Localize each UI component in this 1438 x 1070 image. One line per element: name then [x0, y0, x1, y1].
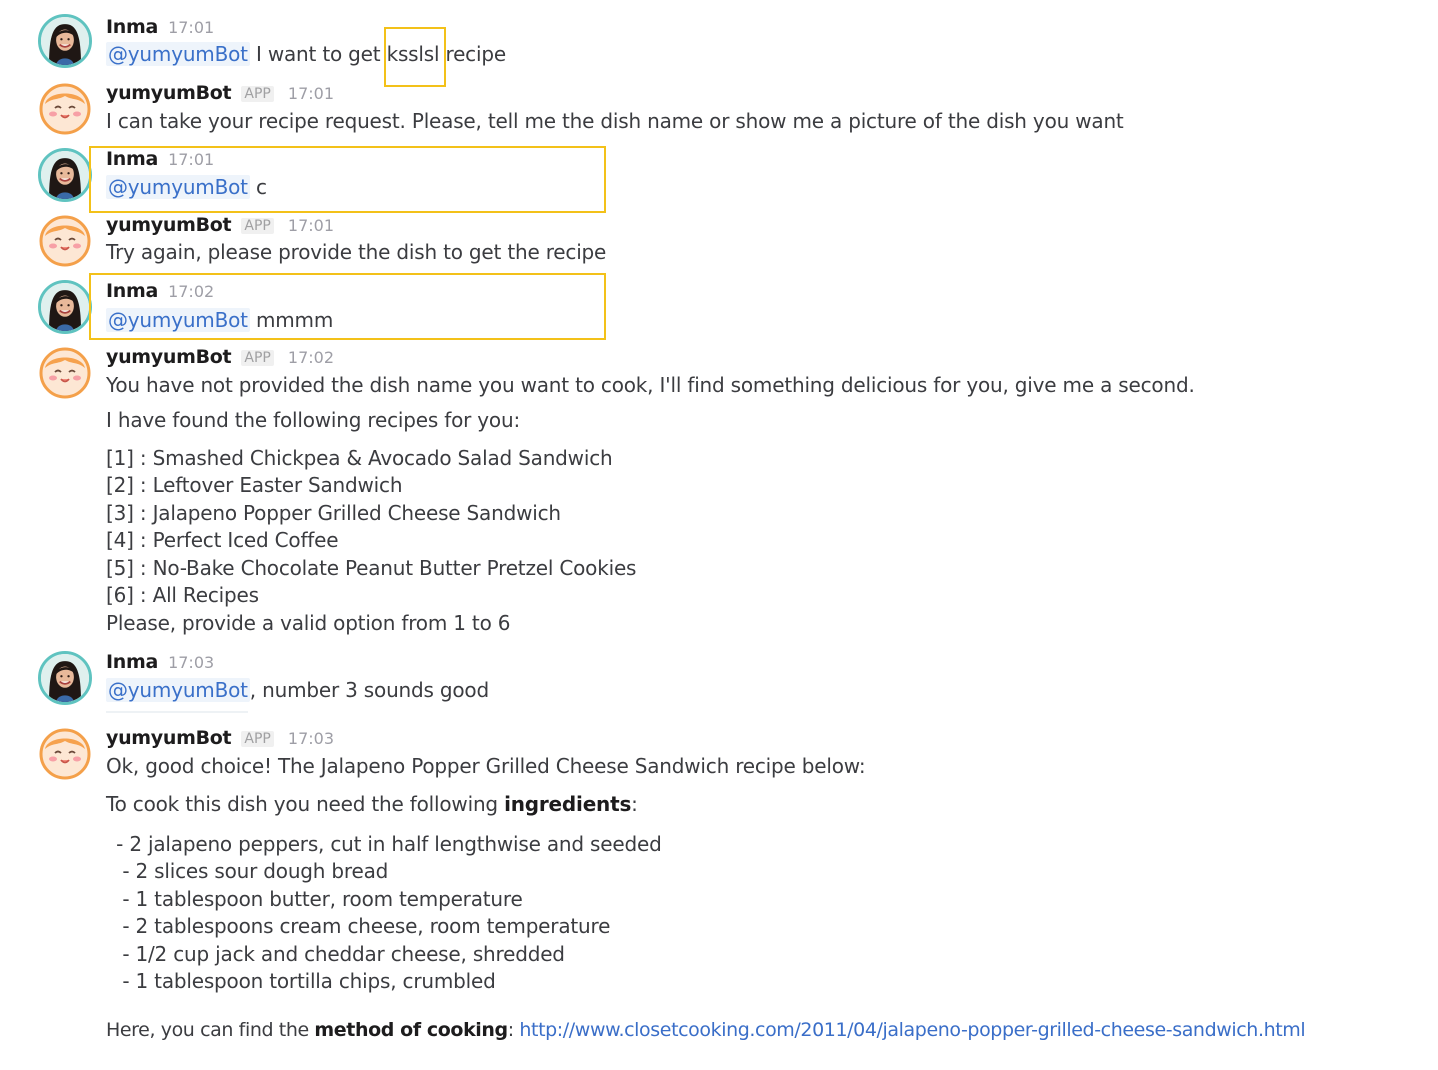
message-text: Please, provide a valid option from 1 to…	[106, 611, 511, 635]
username[interactable]: yumyumBot	[106, 214, 232, 236]
list-item: [4] : Perfect Iced Coffee	[106, 528, 339, 552]
app-badge: APP	[241, 86, 274, 102]
timestamp[interactable]: 17:03	[168, 653, 214, 672]
highlight-box-word	[384, 27, 446, 87]
recipe-link[interactable]: http://www.closetcooking.com/2011/04/jal…	[519, 1019, 1305, 1041]
list-item: - 1/2 cup jack and cheddar cheese, shred…	[110, 942, 565, 966]
avatar[interactable]	[38, 727, 92, 781]
bot-avatar-icon	[38, 214, 92, 268]
list-item: [2] : Leftover Easter Sandwich	[106, 473, 403, 497]
divider	[106, 711, 248, 713]
list-item: - 2 jalapeno peppers, cut in half length…	[110, 832, 662, 856]
username[interactable]: Inma	[106, 16, 158, 38]
username[interactable]: Inma	[106, 651, 158, 673]
message-text: To cook this dish you need the following…	[106, 792, 638, 816]
list-item: - 1 tablespoon butter, room temperature	[110, 887, 523, 911]
user-avatar-icon	[41, 151, 89, 199]
message-text: Ok, good choice! The Jalapeno Popper Gri…	[106, 754, 866, 778]
message-text: You have not provided the dish name you …	[106, 373, 1195, 397]
message-text: Try again, please provide the dish to ge…	[106, 240, 607, 264]
message-text: I can take your recipe request. Please, …	[106, 109, 1124, 133]
list-item: [6] : All Recipes	[106, 583, 259, 607]
message-text: I have found the following recipes for y…	[106, 408, 520, 432]
highlight-box-message	[89, 146, 606, 213]
avatar[interactable]	[38, 346, 92, 400]
list-item: - 2 slices sour dough bread	[110, 859, 389, 883]
app-badge: APP	[241, 731, 274, 747]
avatar[interactable]	[38, 82, 92, 136]
timestamp[interactable]: 17:01	[168, 18, 214, 37]
bot-avatar-icon	[38, 82, 92, 136]
username[interactable]: yumyumBot	[106, 82, 232, 104]
list-item: [5] : No-Bake Chocolate Peanut Butter Pr…	[106, 556, 637, 580]
username[interactable]: yumyumBot	[106, 346, 232, 368]
list-item: [3] : Jalapeno Popper Grilled Cheese San…	[106, 501, 561, 525]
timestamp[interactable]: 17:01	[288, 84, 334, 103]
list-item: - 1 tablespoon tortilla chips, crumbled	[110, 969, 496, 993]
timestamp[interactable]: 17:01	[288, 216, 334, 235]
avatar[interactable]	[38, 14, 92, 68]
bot-avatar-icon	[38, 346, 92, 400]
list-item: - 2 tablespoons cream cheese, room tempe…	[110, 914, 611, 938]
mention[interactable]: @yumyumBot	[106, 42, 250, 66]
user-avatar-icon	[41, 283, 89, 331]
user-avatar-icon	[41, 17, 89, 65]
user-avatar-icon	[41, 654, 89, 702]
timestamp[interactable]: 17:03	[288, 729, 334, 748]
app-badge: APP	[241, 350, 274, 366]
avatar[interactable]	[38, 280, 92, 334]
message-text: Here, you can find the method of cooking…	[106, 1019, 1306, 1041]
avatar[interactable]	[38, 148, 92, 202]
username[interactable]: yumyumBot	[106, 727, 232, 749]
avatar[interactable]	[38, 214, 92, 268]
message-text: @yumyumBot, number 3 sounds good	[106, 678, 489, 702]
timestamp[interactable]: 17:02	[288, 348, 334, 367]
app-badge: APP	[241, 218, 274, 234]
mention[interactable]: @yumyumBot	[106, 678, 250, 702]
list-item: [1] : Smashed Chickpea & Avocado Salad S…	[106, 446, 613, 470]
highlight-box-message	[89, 273, 606, 340]
bot-avatar-icon	[38, 727, 92, 781]
avatar[interactable]	[38, 651, 92, 705]
